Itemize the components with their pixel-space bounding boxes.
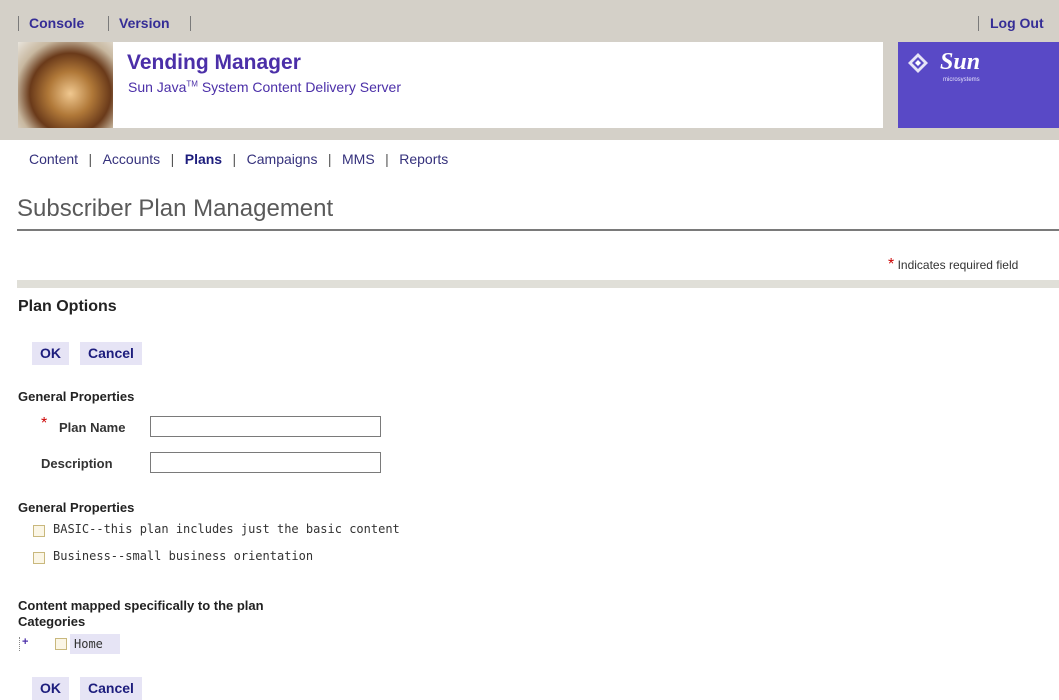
section-divider: [17, 280, 1059, 288]
nav-accounts[interactable]: Accounts: [103, 151, 161, 167]
separator: [190, 16, 191, 31]
nav-campaigns[interactable]: Campaigns: [247, 151, 318, 167]
separator: [978, 16, 979, 31]
nav-separator: |: [327, 151, 332, 167]
required-note-text: Indicates required field: [897, 258, 1019, 272]
cancel-button[interactable]: Cancel: [80, 342, 142, 365]
home-category-checkbox[interactable]: [55, 638, 67, 650]
ok-button-bottom[interactable]: OK: [32, 677, 69, 700]
trademark: TM: [186, 79, 198, 89]
separator: [18, 16, 19, 31]
required-note: * Indicates required field: [888, 256, 1018, 274]
nav-separator: |: [385, 151, 389, 167]
sun-diamond-icon: [908, 53, 928, 73]
ok-button[interactable]: OK: [32, 342, 69, 365]
title-divider: [17, 229, 1059, 231]
product-image: [18, 42, 113, 128]
nav-separator: |: [232, 151, 237, 167]
separator: [108, 16, 109, 31]
app-subtitle: Sun JavaTM System Content Delivery Serve…: [128, 79, 401, 95]
console-link[interactable]: Console: [29, 15, 84, 31]
plan-name-input[interactable]: [150, 416, 381, 437]
nav-separator: |: [170, 151, 175, 167]
subtitle-prefix: Sun Java: [128, 79, 187, 95]
nav-reports[interactable]: Reports: [399, 151, 448, 167]
nav-separator: |: [88, 151, 93, 167]
app-title: Vending Manager: [127, 51, 301, 74]
version-link[interactable]: Version: [119, 15, 170, 31]
sun-logo-subtext: microsystems: [943, 77, 980, 83]
basic-option-label: BASIC--this plan includes just the basic…: [53, 522, 400, 536]
content-mapping-heading: Content mapped specifically to the plan: [18, 598, 264, 613]
business-checkbox[interactable]: [33, 552, 45, 564]
basic-checkbox[interactable]: [33, 525, 45, 537]
general-properties-heading: General Properties: [18, 500, 135, 515]
page-title: Subscriber Plan Management: [17, 195, 334, 222]
logout-link[interactable]: Log Out: [990, 15, 1044, 31]
main-nav: Content | Accounts | Plans | Campaigns |…: [29, 151, 448, 169]
subtitle-suffix: System Content Delivery Server: [197, 79, 402, 95]
nav-plans[interactable]: Plans: [185, 151, 222, 167]
description-label: Description: [41, 456, 113, 471]
plan-name-label: Plan Name: [59, 420, 126, 435]
home-category-label[interactable]: Home: [74, 637, 103, 651]
section-title: Plan Options: [18, 298, 117, 315]
sun-logo-text: Sun: [940, 49, 981, 75]
categories-heading: Categories: [18, 614, 86, 629]
tree-expand-icon[interactable]: +: [22, 636, 28, 648]
nav-mms[interactable]: MMS: [342, 151, 375, 167]
cancel-button-bottom[interactable]: Cancel: [80, 677, 142, 700]
general-properties-heading: General Properties: [18, 389, 135, 404]
required-star: *: [888, 256, 895, 273]
nav-content[interactable]: Content: [29, 151, 78, 167]
business-option-label: Business--small business orientation: [53, 549, 314, 563]
required-star: *: [41, 415, 48, 432]
description-input[interactable]: [150, 452, 381, 473]
